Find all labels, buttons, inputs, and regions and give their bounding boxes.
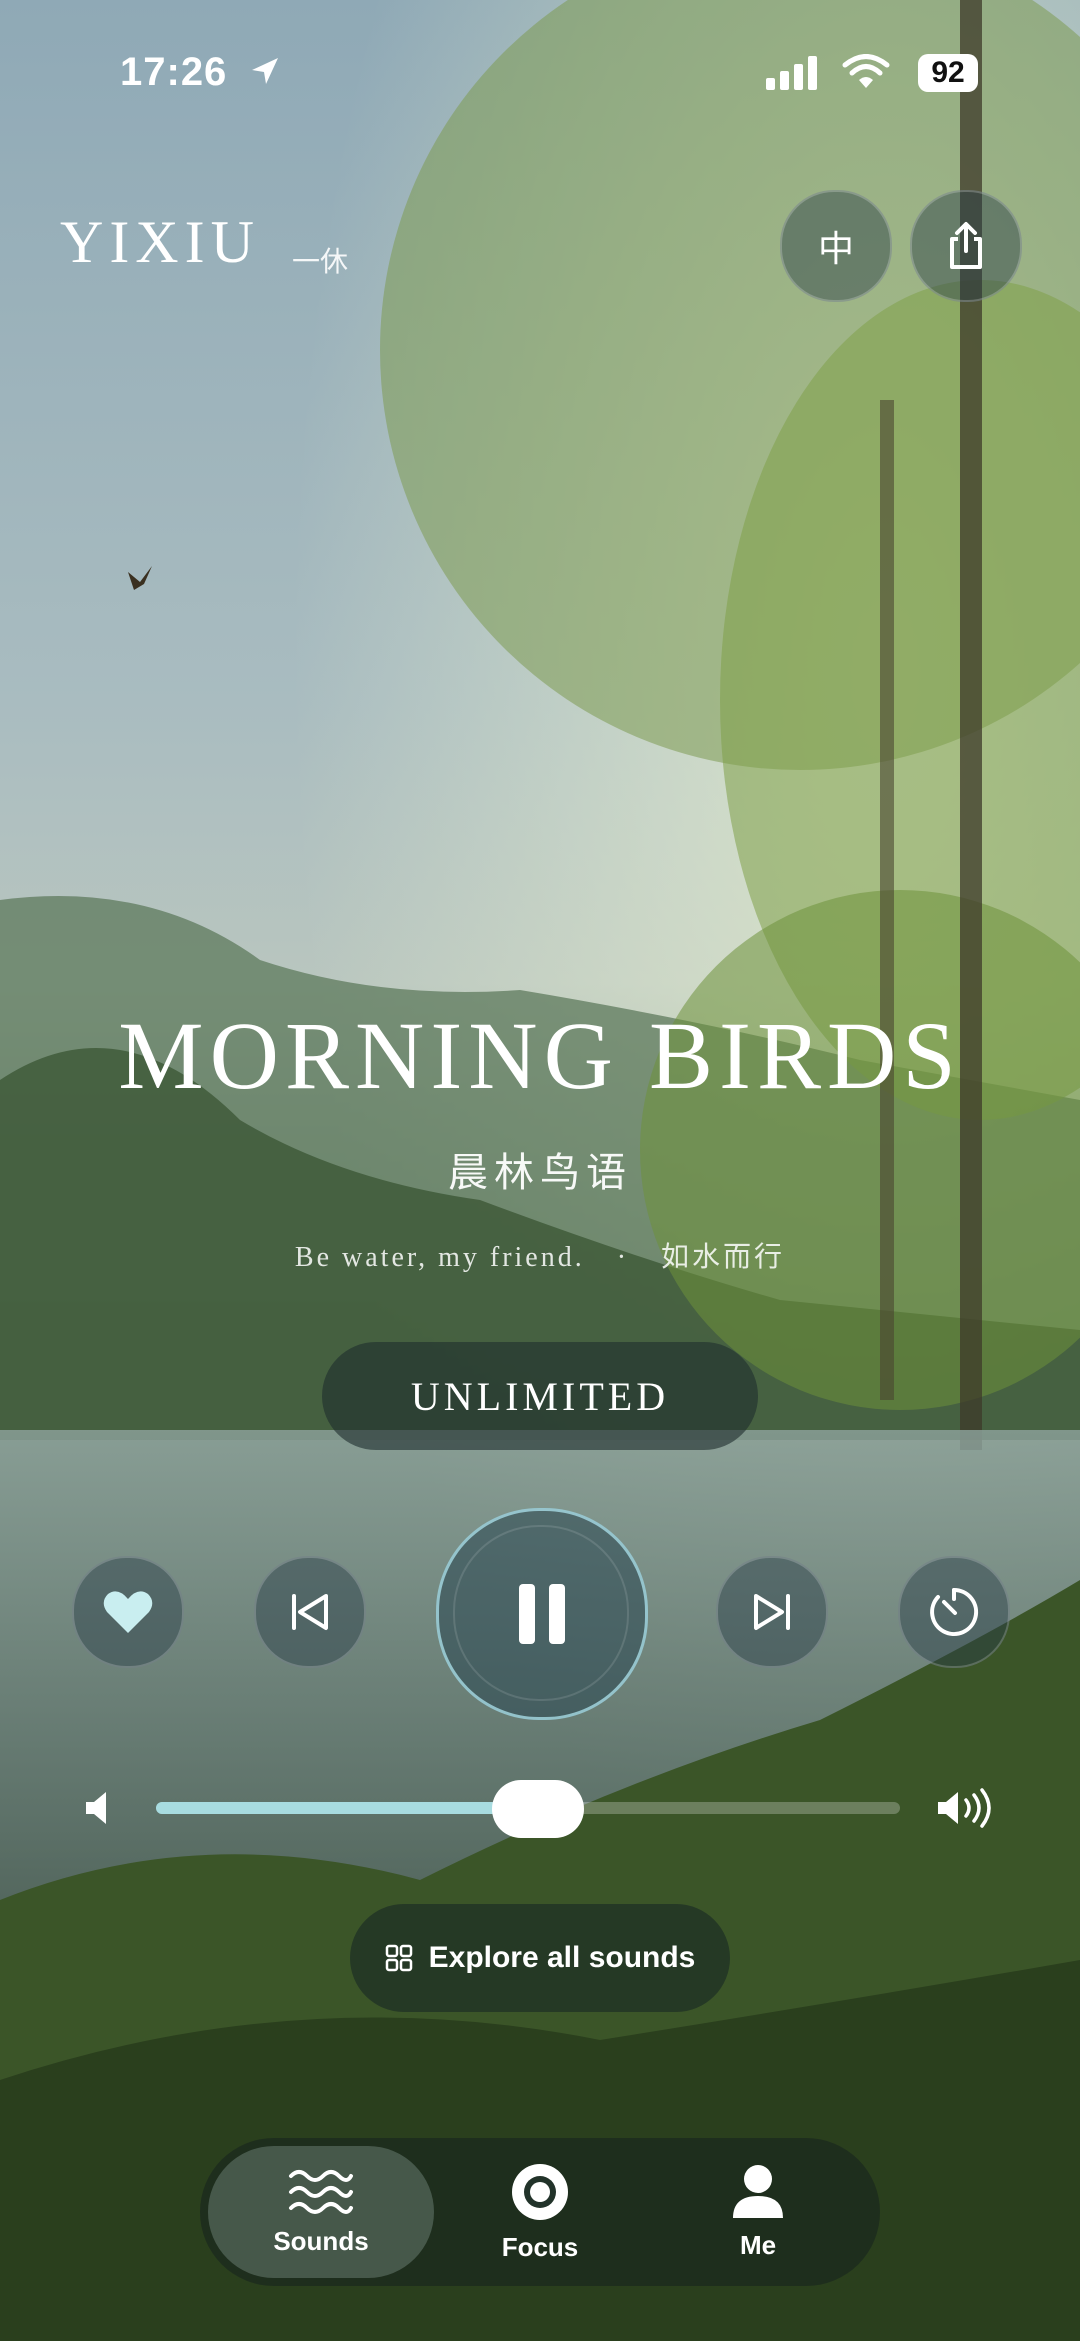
skip-back-icon <box>292 1594 328 1630</box>
volume-high-icon <box>938 1788 991 1828</box>
tab-sounds-label: Sounds <box>273 2225 369 2256</box>
quote-chinese: 如水而行 <box>661 1242 786 1273</box>
favorite-button[interactable] <box>72 1556 184 1668</box>
share-button[interactable] <box>910 190 1022 302</box>
status-time: 17:26 <box>120 50 228 94</box>
brand-subtitle: 一休 <box>292 246 349 277</box>
person-icon <box>733 2164 783 2218</box>
next-button[interactable] <box>716 1556 828 1668</box>
grid-icon <box>385 1944 412 1972</box>
previous-button[interactable] <box>254 1556 366 1668</box>
heart-icon <box>103 1591 153 1633</box>
tab-focus[interactable]: Focus <box>427 2138 653 2286</box>
track-subtitle: 晨林鸟语 <box>448 1151 632 1195</box>
language-label: 中 <box>817 228 854 269</box>
timer-icon <box>930 1587 979 1636</box>
track-quote: Be water, my friend. · 如水而行 <box>0 1235 1080 1275</box>
play-inner-ring <box>453 1525 629 1701</box>
cellular-signal-icon <box>766 56 817 90</box>
duration-pill[interactable]: UNLIMITED <box>322 1342 758 1450</box>
track-title: MORNING BIRDS <box>118 1002 962 1109</box>
pause-button[interactable] <box>436 1508 648 1720</box>
explore-sounds-button[interactable]: Explore all sounds <box>350 1904 730 2012</box>
volume-thumb[interactable] <box>492 1780 584 1838</box>
volume-low-icon <box>86 1792 106 1824</box>
quote-separator: · <box>616 1242 630 1273</box>
wifi-icon <box>842 54 890 88</box>
target-icon <box>512 2163 568 2220</box>
tab-sounds[interactable]: Sounds <box>208 2146 434 2278</box>
tab-me[interactable]: Me <box>645 2138 871 2286</box>
battery-indicator: 92 <box>918 54 978 92</box>
quote-english: Be water, my friend. <box>294 1242 585 1273</box>
location-arrow-icon <box>252 58 278 84</box>
tab-focus-label: Focus <box>501 2231 579 2262</box>
waves-icon <box>289 2169 353 2214</box>
brand-logo: YIXIU <box>60 209 260 275</box>
tab-me-label: Me <box>739 2229 777 2260</box>
language-toggle-button[interactable]: 中 <box>780 190 892 302</box>
duration-label: UNLIMITED <box>410 1373 670 1419</box>
explore-label: Explore all sounds <box>428 1941 696 1974</box>
share-icon <box>950 222 982 269</box>
skip-forward-icon <box>754 1594 790 1630</box>
volume-fill <box>156 1802 498 1814</box>
bottom-tab-bar: Sounds Focus Me <box>200 2138 880 2286</box>
timer-button[interactable] <box>898 1556 1010 1668</box>
